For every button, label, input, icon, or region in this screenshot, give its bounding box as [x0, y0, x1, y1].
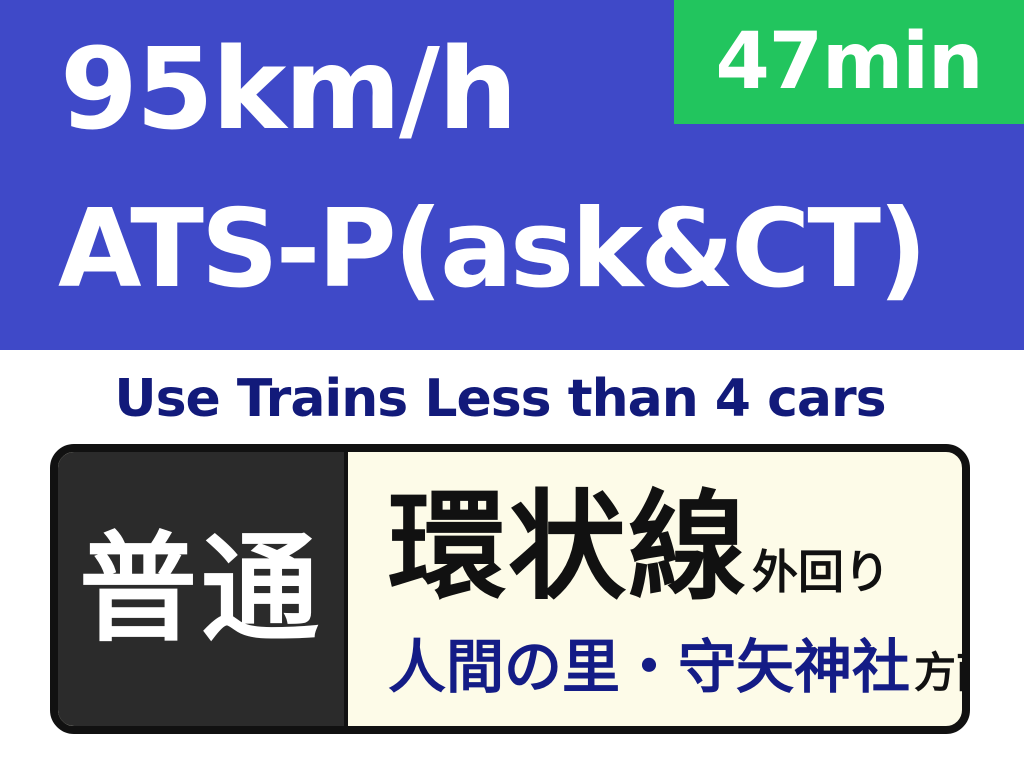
line-direction: 外回り	[752, 545, 891, 599]
destination-suffix: 方面	[914, 648, 962, 697]
route-info-screen: 95km/h ATS-P(ask&CT) 47min Use Trains Le…	[0, 0, 1024, 768]
duration-badge: 47min	[674, 0, 1024, 124]
destination-sign: 普通 環状線外回り 人間の里・守矢神社方面	[50, 444, 970, 734]
service-type: 普通	[78, 520, 323, 658]
safety-system: ATS-P(ask&CT)	[58, 187, 927, 312]
destination-row: 人間の里・守矢神社方面	[388, 638, 962, 697]
service-type-panel: 普通	[58, 452, 348, 726]
car-limit-notice: Use Trains Less than 4 cars	[114, 369, 886, 429]
header-panel: 95km/h ATS-P(ask&CT) 47min	[0, 0, 1024, 350]
line-row: 環状線外回り	[388, 488, 890, 606]
destination-name: 人間の里・守矢神社	[388, 633, 911, 701]
speed-limit: 95km/h	[60, 25, 518, 155]
line-name: 環状線	[388, 478, 749, 616]
